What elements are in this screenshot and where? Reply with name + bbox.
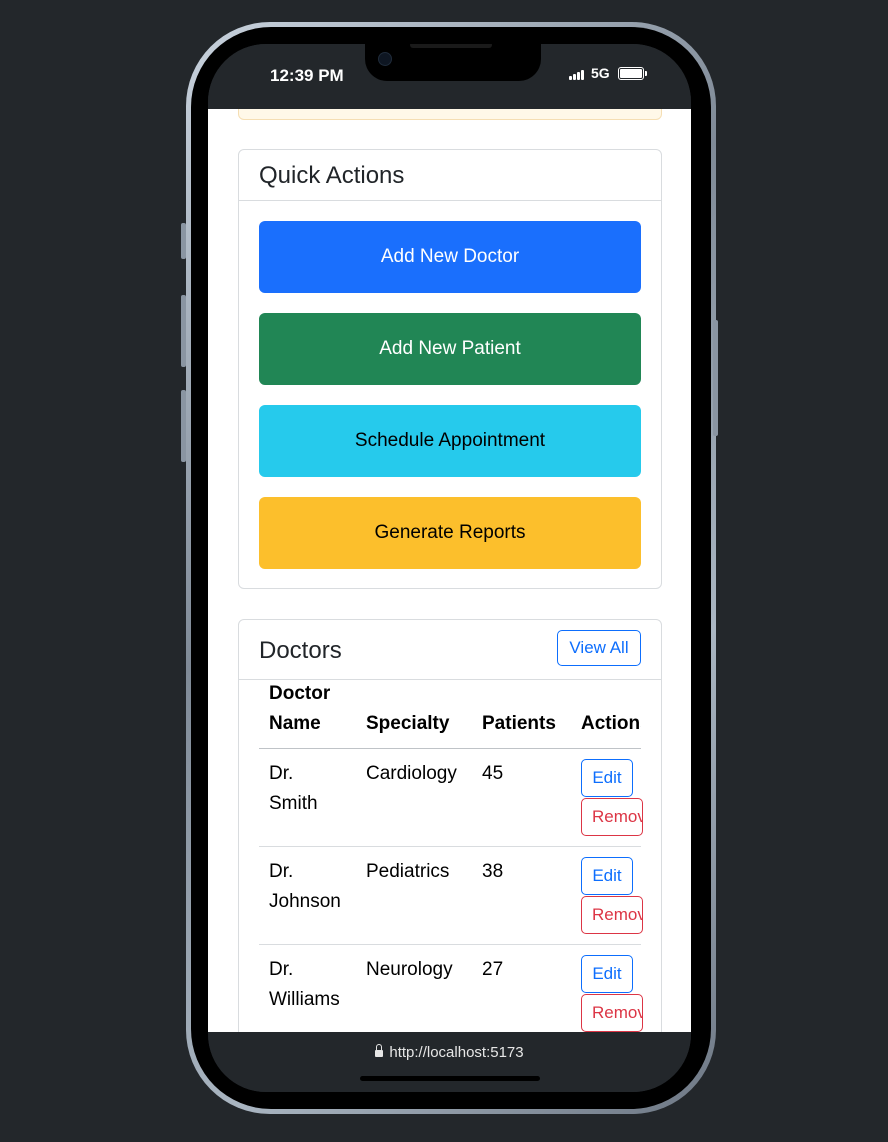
specialty-cell: Pediatrics [366,861,450,882]
phone-screen: 12:39 PM 5G Quick Actions Add New Doctor… [208,44,691,1092]
schedule-appointment-label: Schedule Appointment [354,430,546,451]
specialty-cell: Cardiology [366,763,457,784]
volume-down-button [181,390,186,462]
volume-up-button [181,295,186,367]
column-header-actions: Actions [581,713,641,734]
quick-actions-title: Quick Actions [259,162,405,189]
patients-cell: 38 [482,861,504,882]
patients-cell: 45 [482,763,504,784]
edit-button[interactable]: Edit [581,759,633,797]
power-button [713,320,718,436]
doctor-name-cell: Dr. Johnson [269,861,341,912]
doctor-name-cell: Dr. Smith [269,763,318,814]
quick-actions-card: Quick Actions Add New Doctor Add New Pat… [238,149,662,589]
remove-button[interactable]: Remove [581,798,643,836]
remove-button[interactable]: Remove [581,896,643,934]
add-new-patient-label: Add New Patient [379,338,521,359]
notch [365,44,541,81]
browser-url-bar[interactable]: http://localhost:5173 [208,1032,691,1092]
lock-icon [375,1044,384,1057]
home-indicator[interactable] [360,1076,540,1081]
doctor-name-cell: Dr. Williams [269,959,340,1010]
url-display[interactable]: http://localhost:5173 [208,1044,691,1061]
page-content[interactable]: Quick Actions Add New Doctor Add New Pat… [208,109,691,1032]
signal-icon [569,68,587,80]
remove-button[interactable]: Remove [581,994,643,1032]
header-divider [259,748,641,749]
status-bar: 12:39 PM 5G [208,44,691,109]
generate-reports-label: Generate Reports [374,522,526,543]
edit-button[interactable]: Edit [581,955,633,993]
column-header-doctor-name: Doctor Name [269,683,331,734]
patients-cell: 27 [482,959,504,980]
quick-actions-header: Quick Actions [239,150,661,201]
row-divider [259,944,641,945]
add-new-patient-button[interactable]: Add New Patient [259,313,641,385]
add-new-doctor-button[interactable]: Add New Doctor [259,221,641,293]
doctors-header: Doctors View All [239,620,661,680]
specialty-cell: Neurology [366,959,453,980]
silent-switch [181,223,186,259]
row-divider [259,846,641,847]
front-camera [378,52,392,66]
view-all-button[interactable]: View All [557,630,641,666]
generate-reports-button[interactable]: Generate Reports [259,497,641,569]
previous-card-edge [238,109,662,120]
battery-icon [618,67,647,80]
schedule-appointment-button[interactable]: Schedule Appointment [259,405,641,477]
speaker-grille [410,44,492,48]
column-header-specialty: Specialty [366,713,450,734]
network-type: 5G [591,65,610,81]
doctors-card: Doctors View All Doctor Name Specialty P… [238,619,662,1032]
doctors-title: Doctors [259,637,342,664]
add-new-doctor-label: Add New Doctor [380,246,520,267]
column-header-patients: Patients [482,713,556,734]
status-time: 12:39 PM [270,66,344,85]
url-text: http://localhost:5173 [389,1044,524,1061]
edit-button[interactable]: Edit [581,857,633,895]
